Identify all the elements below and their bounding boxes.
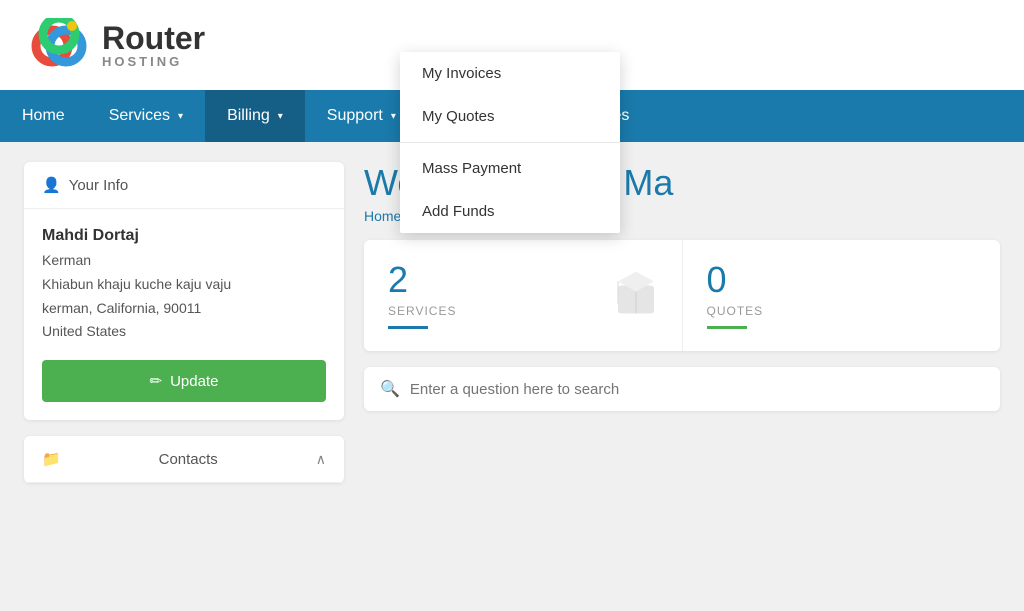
logo-text: Router HOSTING [102,22,205,69]
your-info-header: 👤 Your Info [24,162,344,209]
logo-title: Router [102,22,205,54]
search-icon: 🔍 [380,379,400,399]
billing-dropdown: My Invoices My Quotes Mass Payment Add F… [400,52,620,233]
dropdown-mass-payment[interactable]: Mass Payment [400,147,620,190]
quotes-label: QUOTES [707,304,977,318]
services-underline [388,326,428,329]
logo-icon [30,18,90,73]
sidebar: 👤 Your Info Mahdi Dortaj Kerman Khiabun … [24,162,344,483]
dropdown-add-funds[interactable]: Add Funds [400,190,620,233]
nav-home[interactable]: Home [0,90,87,142]
breadcrumb-home[interactable]: Home [364,208,401,224]
user-icon: 👤 [42,176,61,194]
box-icon [610,267,662,324]
services-caret-icon: ▾ [178,111,183,122]
stats-row: 2 SERVICES 0 QUOTES [364,240,1000,351]
your-info-card: 👤 Your Info Mahdi Dortaj Kerman Khiabun … [24,162,344,420]
nav-services[interactable]: Services ▾ [87,90,205,142]
logo-subtitle: HOSTING [102,54,205,69]
dropdown-my-invoices[interactable]: My Invoices [400,52,620,95]
quotes-underline [707,326,747,329]
user-address: Kerman Khiabun khaju kuche kaju vaju ker… [42,249,326,344]
chevron-up-icon: ∧ [316,451,326,468]
support-caret-icon: ▾ [391,111,396,122]
nav-billing[interactable]: Billing ▾ [205,90,305,142]
dropdown-my-quotes[interactable]: My Quotes [400,95,620,138]
billing-caret-icon: ▾ [278,111,283,122]
update-button[interactable]: ✏ Update [42,360,326,402]
folder-icon: 📁 [42,450,61,468]
user-name: Mahdi Dortaj [42,227,326,245]
search-bar: 🔍 [364,367,1000,411]
pencil-icon: ✏ [150,372,163,390]
dropdown-divider [400,142,620,143]
stat-services: 2 SERVICES [364,240,683,351]
search-input[interactable] [410,381,984,398]
stat-quotes: 0 QUOTES [683,240,1001,351]
contacts-card: 📁 Contacts ∧ [24,436,344,483]
logo: Router HOSTING [30,18,205,73]
contacts-header[interactable]: 📁 Contacts ∧ [24,436,344,483]
your-info-body: Mahdi Dortaj Kerman Khiabun khaju kuche … [24,209,344,420]
quotes-count: 0 [707,262,977,298]
